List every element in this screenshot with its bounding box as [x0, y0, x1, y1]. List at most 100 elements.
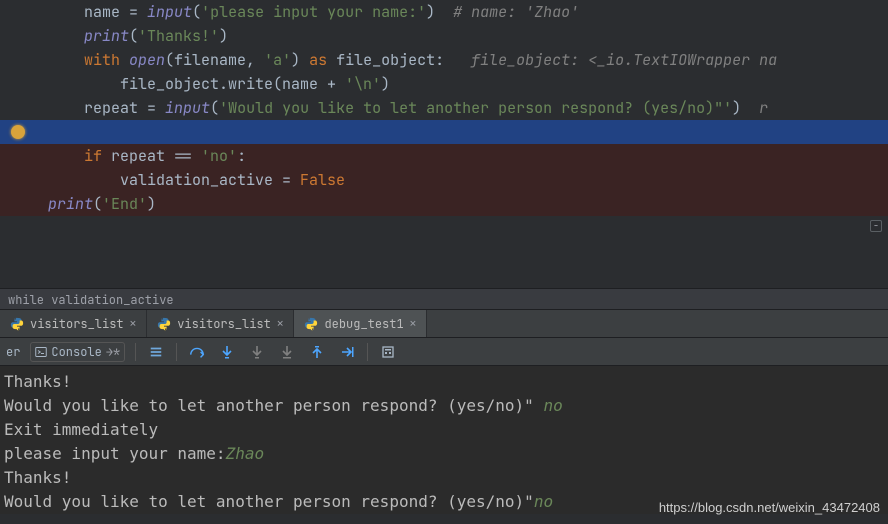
console-line: Thanks!: [4, 468, 71, 487]
toolbar-left-label: er: [6, 340, 20, 364]
close-icon[interactable]: ✕: [277, 312, 284, 336]
tab-label: visitors_list: [177, 312, 271, 336]
tab-debug-test1[interactable]: debug_test1 ✕: [294, 310, 427, 337]
step-over-icon[interactable]: [187, 342, 207, 362]
t: (: [210, 98, 219, 118]
t: 'no': [201, 146, 237, 166]
debug-toolbar: er Console →*: [0, 338, 888, 366]
console-line: please input your name:: [4, 444, 226, 463]
t: '\n': [345, 74, 381, 94]
t: name =: [84, 2, 147, 22]
t: (filename,: [165, 50, 264, 70]
t: (: [192, 2, 201, 22]
t: ): [219, 26, 228, 46]
t: validation_active =: [120, 170, 300, 190]
t: with: [84, 50, 129, 70]
t: (: [93, 194, 102, 214]
separator: [135, 343, 136, 361]
step-out-icon[interactable]: [307, 342, 327, 362]
run-to-cursor-icon[interactable]: [337, 342, 357, 362]
run-tabs: visitors_list ✕ visitors_list ✕ debug_te…: [0, 310, 888, 338]
t: :: [237, 146, 246, 166]
t: file_object:: [336, 50, 471, 70]
t: open: [129, 50, 165, 70]
t: [48, 170, 120, 190]
separator: [176, 343, 177, 361]
inline-comment: # name: 'Zhao': [453, 2, 579, 22]
code-line: repeat = input('Would you like to let an…: [0, 96, 888, 120]
t: ): [426, 2, 453, 22]
python-icon: [10, 317, 24, 331]
tab-visitors-list-1[interactable]: visitors_list ✕: [0, 310, 147, 337]
breadcrumb[interactable]: while validation_active: [0, 288, 888, 310]
close-icon[interactable]: ✕: [410, 312, 417, 336]
breadcrumb-item[interactable]: while validation_active: [8, 292, 174, 308]
tab-label: visitors_list: [30, 312, 124, 336]
t: input: [147, 2, 192, 22]
t: [48, 26, 84, 46]
console-input-echo: no: [543, 396, 562, 415]
t: ): [381, 74, 390, 94]
close-icon[interactable]: ✕: [130, 312, 137, 336]
python-icon: [157, 317, 171, 331]
t: if: [84, 146, 111, 166]
t: [48, 98, 84, 118]
console-tab-button[interactable]: Console →*: [30, 342, 125, 362]
code-line: file_object.write(name + '\n'): [0, 72, 888, 96]
t: ): [732, 98, 759, 118]
console-line: Would you like to let another person res…: [4, 492, 534, 511]
editor-empty-area[interactable]: −: [0, 216, 888, 288]
t: 'a': [264, 50, 291, 70]
t: (: [129, 26, 138, 46]
t: [48, 50, 84, 70]
chevron-right-icon: →*: [106, 340, 120, 364]
step-into-my-code-icon[interactable]: [247, 342, 267, 362]
code-line-highlighted: print('Exit immediately'): [0, 120, 888, 144]
code-line: name = input('please input your name:') …: [0, 0, 888, 24]
evaluate-expression-icon[interactable]: [378, 342, 398, 362]
t: repeat =: [84, 98, 165, 118]
t: print: [48, 194, 93, 214]
t: ): [291, 50, 309, 70]
t: 'Would you like to let another person re…: [219, 98, 732, 118]
t: print: [84, 26, 129, 46]
code-editor[interactable]: name = input('please input your name:') …: [0, 0, 888, 216]
t: ): [147, 194, 156, 214]
fold-toggle-icon[interactable]: −: [870, 220, 882, 232]
code-line: validation_active = False: [0, 168, 888, 192]
tab-label: debug_test1: [324, 312, 403, 336]
force-step-into-icon[interactable]: [277, 342, 297, 362]
watermark-text: https://blog.csdn.net/weixin_43472408: [659, 496, 880, 520]
code-line: with open(filename, 'a') as file_object:…: [0, 48, 888, 72]
t: [48, 2, 84, 22]
console-input-echo: no: [534, 492, 553, 511]
code-line: print('End'): [0, 192, 888, 216]
lightbulb-icon[interactable]: [8, 122, 28, 142]
code-line: print('Thanks!'): [0, 24, 888, 48]
inline-hint: file_object: <_io.TextIOWrapper na: [471, 50, 777, 70]
separator: [367, 343, 368, 361]
console-line: Would you like to let another person res…: [4, 396, 543, 415]
code-line: if repeat == 'no':: [0, 144, 888, 168]
tab-visitors-list-2[interactable]: visitors_list ✕: [147, 310, 294, 337]
t: [48, 74, 120, 94]
t: 'please input your name:': [201, 2, 426, 22]
t: file_object.write(name +: [120, 74, 345, 94]
console-icon: [35, 346, 47, 358]
show-frames-icon[interactable]: [146, 342, 166, 362]
inline-hint: r: [759, 98, 768, 118]
python-icon: [304, 317, 318, 331]
t: [48, 146, 84, 166]
t: 'End': [102, 194, 147, 214]
t: False: [300, 170, 345, 190]
console-output[interactable]: Thanks! Would you like to let another pe…: [0, 366, 888, 514]
console-line: Thanks!: [4, 372, 71, 391]
console-line: Exit immediately: [4, 420, 158, 439]
console-input-echo: Zhao: [226, 444, 265, 463]
t: input: [165, 98, 210, 118]
t: as: [309, 50, 336, 70]
step-into-icon[interactable]: [217, 342, 237, 362]
console-label: Console: [51, 340, 101, 364]
t: repeat ==: [111, 146, 201, 166]
t: 'Thanks!': [138, 26, 219, 46]
